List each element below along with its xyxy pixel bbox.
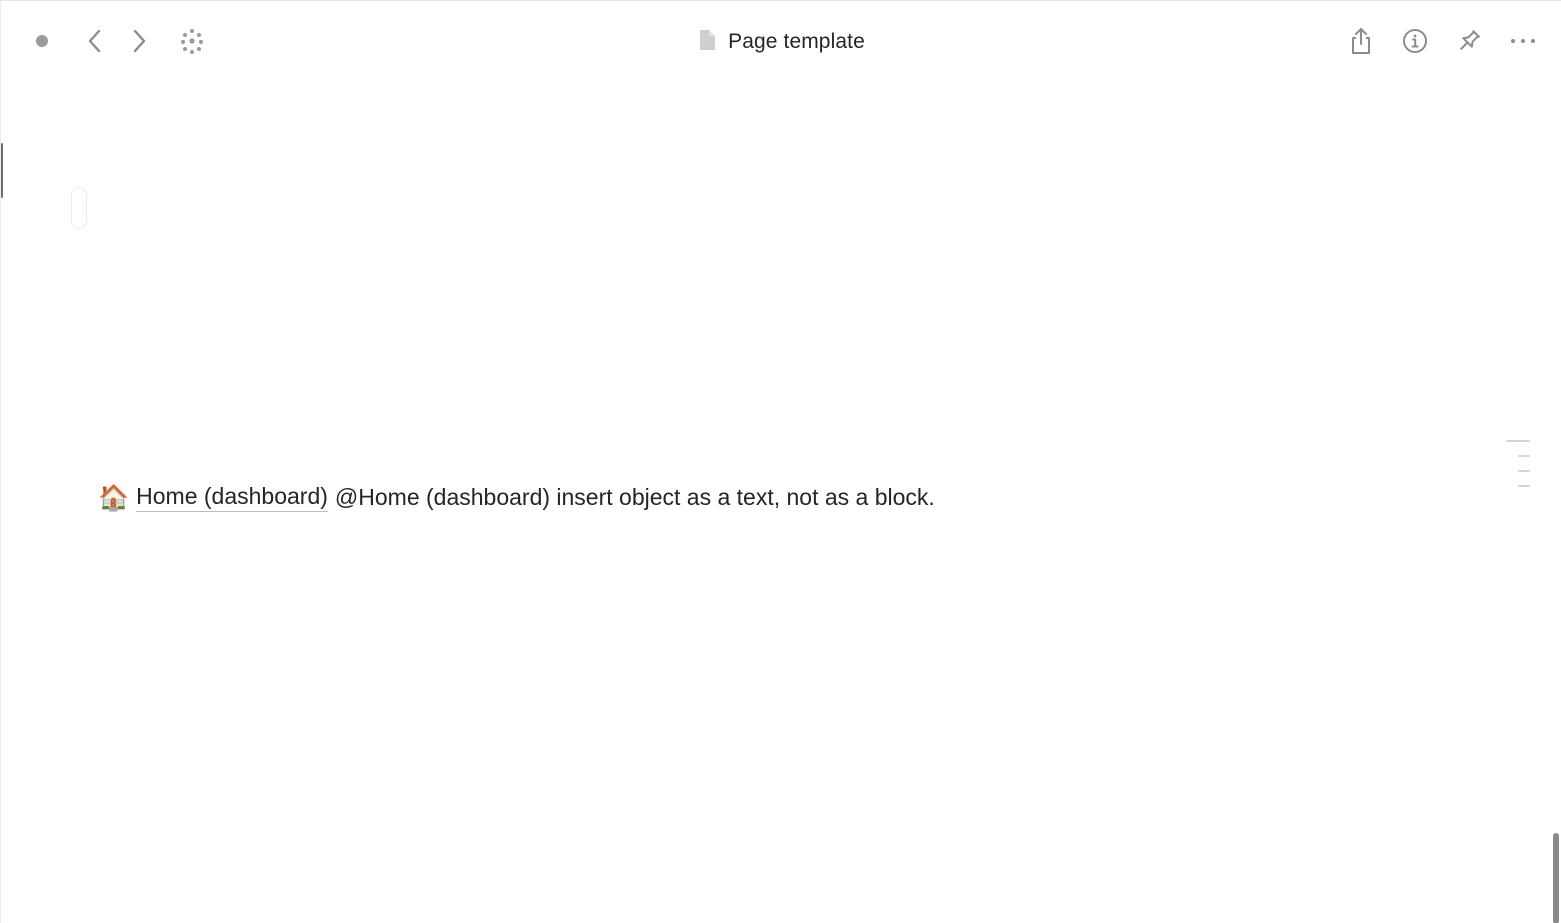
page-title-area: Page template	[1, 27, 1561, 57]
outline-bar	[1518, 455, 1530, 457]
sidebar-resize-handle[interactable]	[1, 143, 3, 198]
more-button[interactable]	[1506, 24, 1540, 58]
back-button[interactable]	[78, 24, 112, 58]
chevron-right-icon	[130, 28, 148, 54]
document-icon	[698, 29, 716, 56]
pin-icon	[1455, 27, 1483, 55]
page-title[interactable]: Page template	[728, 30, 865, 54]
empty-block-placeholder[interactable]	[71, 187, 87, 229]
outline-navigator[interactable]	[1504, 438, 1532, 492]
more-icon	[1509, 36, 1537, 46]
graph-icon	[178, 27, 206, 55]
info-icon	[1401, 27, 1429, 55]
block-text: @Home (dashboard) insert object as a tex…	[334, 483, 935, 510]
share-button[interactable]	[1344, 24, 1378, 58]
app-window: Page template 🏠 Home (dashboard) @Home (…	[0, 0, 1561, 923]
vertical-scrollbar[interactable]	[1553, 833, 1559, 923]
object-mention-link[interactable]: Home (dashboard)	[136, 483, 328, 512]
share-icon	[1348, 26, 1374, 56]
info-button[interactable]	[1398, 24, 1432, 58]
outline-bar	[1518, 470, 1530, 472]
graph-button[interactable]	[175, 24, 209, 58]
house-emoji-icon: 🏠	[98, 482, 130, 512]
pin-button[interactable]	[1452, 24, 1486, 58]
outline-bar	[1518, 485, 1530, 487]
forward-button[interactable]	[122, 24, 156, 58]
text-block[interactable]: 🏠 Home (dashboard) @Home (dashboard) ins…	[98, 479, 935, 515]
outline-bar	[1506, 440, 1530, 442]
top-bar: Page template	[1, 1, 1561, 81]
status-dot-icon[interactable]	[25, 24, 59, 58]
chevron-left-icon	[86, 28, 104, 54]
